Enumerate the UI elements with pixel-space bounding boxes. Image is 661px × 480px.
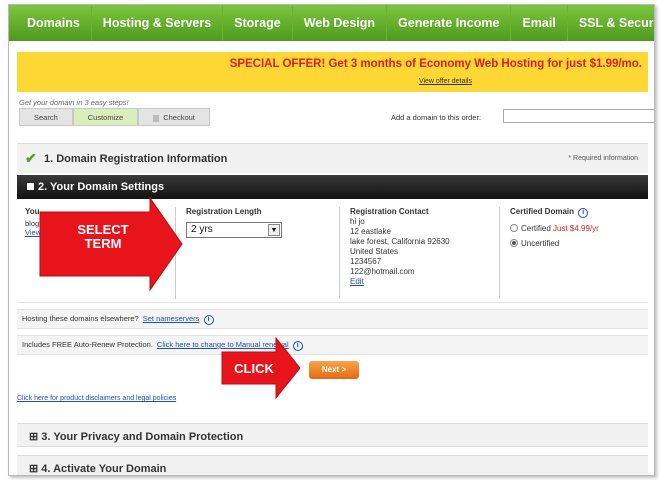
- lock-icon: [153, 114, 160, 122]
- add-domain-input[interactable]: [503, 109, 654, 123]
- contact-edit-link[interactable]: Edit: [350, 277, 499, 287]
- section-registration-title: 1. Domain Registration Information: [44, 153, 228, 165]
- add-domain-label: Add a domain to this order:: [391, 113, 482, 122]
- registration-length-column: Registration Length 2 yrs ▼: [175, 207, 339, 299]
- top-navigation: Domains Hosting & Servers Storage Web De…: [9, 5, 654, 41]
- checkout-steps: Search Customize Checkout: [19, 108, 210, 126]
- step-checkout-label: Checkout: [163, 113, 195, 122]
- contact-line: United States: [350, 247, 399, 256]
- nav-ssl-security[interactable]: SSL & Securit: [568, 5, 654, 41]
- contact-line: 122@hotmail.com: [350, 267, 415, 276]
- contact-line: 12 eastlake: [350, 227, 391, 236]
- hosting-elsewhere-text: Hosting these domains elsewhere?: [22, 314, 139, 323]
- info-icon[interactable]: i: [203, 315, 214, 325]
- special-offer-banner: SPECIAL OFFER! Get 3 months of Economy W…: [17, 52, 648, 92]
- section-privacy-title: ⊞ 3. Your Privacy and Domain Protection: [29, 430, 243, 443]
- auto-renew-text: Includes FREE Auto-Renew Protection.: [22, 340, 153, 349]
- certified-domain-column: Certified Domain i Certified Just $4.99/…: [499, 207, 648, 299]
- steps-caption: Get your domain in 3 easy steps!: [19, 98, 129, 107]
- registration-length-value: 2 yrs: [191, 224, 213, 235]
- next-button[interactable]: Next >: [309, 361, 359, 379]
- section-registration-info[interactable]: ✔ 1. Domain Registration Information * R…: [17, 143, 648, 173]
- registration-contact-column: Registration Contact hi jo 12 eastlake l…: [339, 207, 499, 299]
- expand-icon: ⊞: [29, 463, 42, 475]
- hosting-elsewhere-bar: Hosting these domains elsewhere? Set name…: [17, 309, 648, 329]
- offer-text: SPECIAL OFFER! Get 3 months of Economy W…: [229, 58, 642, 70]
- required-note: * Required information: [568, 155, 638, 162]
- certified-domain-label: Certified Domain: [510, 207, 575, 216]
- manual-renewal-link[interactable]: Click here to change to Manual renewal: [157, 340, 289, 349]
- collapse-icon: [27, 183, 34, 190]
- checkmark-icon: ✔: [25, 150, 37, 166]
- auto-renew-bar: Includes FREE Auto-Renew Protection. Clic…: [17, 335, 648, 355]
- select-term-label: SELECT TERM: [77, 222, 129, 251]
- nav-domains[interactable]: Domains: [9, 5, 92, 41]
- step-checkout: Checkout: [138, 108, 210, 126]
- registration-length-head: Registration Length: [186, 207, 262, 216]
- certified-price: Just $4.99/yr: [553, 224, 599, 233]
- registration-contact-head: Registration Contact: [350, 207, 429, 216]
- offer-details-link[interactable]: View offer details: [419, 78, 472, 85]
- contact-line: 1234567: [350, 257, 382, 266]
- set-nameservers-link[interactable]: Set nameservers: [143, 314, 200, 323]
- nav-storage[interactable]: Storage: [223, 5, 293, 41]
- section-privacy-protection[interactable]: ⊞ 3. Your Privacy and Domain Protection: [17, 423, 648, 447]
- certified-option-label: Certified: [521, 224, 551, 233]
- certified-option[interactable]: Certified Just $4.99/yr: [510, 224, 648, 233]
- step-search: Search: [19, 108, 73, 126]
- expand-icon: ⊞: [29, 431, 42, 443]
- step-customize: Customize: [72, 108, 139, 126]
- contact-line: lake forest, California 92630: [350, 237, 450, 246]
- section-activate-title: ⊞ 4. Activate Your Domain: [29, 462, 166, 475]
- section-domain-settings-label: 2. Your Domain Settings: [38, 181, 165, 193]
- chevron-down-icon[interactable]: ▼: [268, 224, 280, 236]
- radio-uncertified[interactable]: [510, 239, 518, 247]
- disclaimer-link[interactable]: Click here for product disclaimers and l…: [17, 395, 176, 402]
- click-label: CLICK: [234, 361, 274, 376]
- section-activate-domain[interactable]: ⊞ 4. Activate Your Domain: [17, 455, 648, 475]
- contact-line: hi jo: [350, 217, 365, 226]
- radio-certified[interactable]: [510, 224, 518, 232]
- info-icon[interactable]: i: [578, 208, 589, 218]
- section-privacy-label: 3. Your Privacy and Domain Protection: [41, 431, 244, 443]
- info-icon[interactable]: i: [292, 341, 303, 351]
- uncertified-option[interactable]: Uncertified: [510, 239, 648, 248]
- section-activate-label: 4. Activate Your Domain: [41, 463, 167, 475]
- section-domain-settings[interactable]: 2. Your Domain Settings: [17, 175, 648, 199]
- section-domain-settings-title: 2. Your Domain Settings: [27, 181, 164, 193]
- domain-column-head: You: [25, 207, 40, 216]
- nav-generate-income[interactable]: Generate Income: [387, 5, 512, 41]
- certified-domain-head: Certified Domain i: [510, 207, 648, 218]
- registration-length-select[interactable]: 2 yrs ▼: [186, 222, 282, 238]
- domain-settings-panel: You blog View Registration Length 2 yrs …: [17, 201, 648, 303]
- domain-column: You blog View: [25, 207, 175, 299]
- nav-email[interactable]: Email: [511, 5, 568, 41]
- nav-hosting-servers[interactable]: Hosting & Servers: [92, 5, 224, 41]
- uncertified-option-label: Uncertified: [521, 239, 560, 248]
- nav-web-design[interactable]: Web Design: [293, 5, 388, 41]
